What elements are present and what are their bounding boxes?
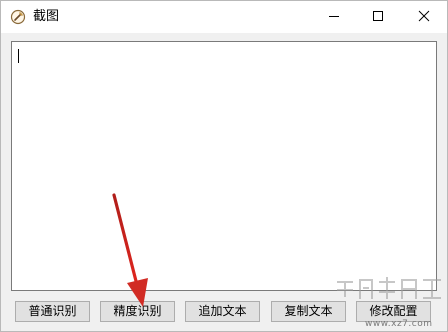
text-caret — [18, 49, 19, 63]
screenshot-window: 截图 普通识别 精度识别 追加文本 复制文本 修改配置 www.xz7.com — [0, 0, 448, 332]
close-button[interactable] — [402, 1, 446, 31]
title-bar[interactable]: 截图 — [1, 1, 447, 33]
maximize-button[interactable] — [356, 1, 400, 31]
app-icon — [10, 9, 26, 25]
append-text-button[interactable]: 追加文本 — [185, 301, 260, 322]
window-title: 截图 — [33, 9, 60, 24]
maximize-icon — [373, 11, 383, 21]
watermark-url: www.xz7.com — [365, 319, 433, 329]
copy-text-button[interactable]: 复制文本 — [271, 301, 346, 322]
minimize-button[interactable] — [312, 1, 356, 31]
close-icon — [418, 10, 430, 22]
normal-ocr-button[interactable]: 普通识别 — [15, 301, 90, 322]
minimize-icon — [329, 16, 339, 17]
precise-ocr-button[interactable]: 精度识别 — [100, 301, 175, 322]
result-textarea[interactable] — [11, 41, 437, 291]
